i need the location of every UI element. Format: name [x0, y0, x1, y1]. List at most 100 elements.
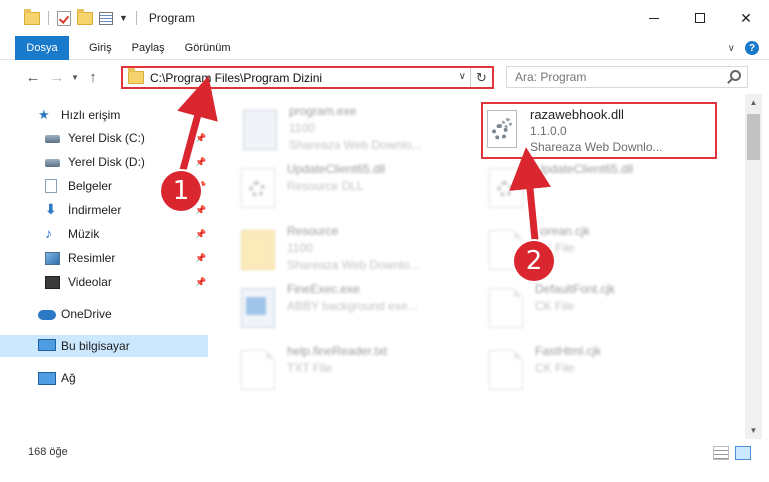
window-title: Program: [148, 11, 195, 25]
recent-locations-dropdown-icon[interactable]: ▼: [69, 73, 81, 82]
file-item[interactable]: UpdateClient65.dll Resource DLL: [229, 158, 459, 218]
file-item[interactable]: korean.cjk CK File: [477, 220, 707, 280]
sidebar-item-label: İndirmeler: [68, 203, 122, 217]
expand-ribbon-icon[interactable]: ∨: [728, 43, 735, 54]
properties-icon[interactable]: [99, 11, 113, 25]
file-detail: CK File: [535, 361, 575, 375]
sidebar-item-music[interactable]: ♪ Müzik 📌: [0, 223, 208, 245]
sidebar-item-label: Resimler: [68, 251, 116, 265]
cloud-icon: [38, 310, 56, 320]
sidebar-item-label: Yerel Disk (D:): [68, 155, 145, 169]
sidebar-item-onedrive[interactable]: OneDrive: [0, 303, 208, 325]
sidebar-item-quick-access[interactable]: ★ Hızlı erişim: [0, 104, 208, 126]
minimize-button[interactable]: [631, 0, 677, 36]
file-detail: TXT File: [287, 361, 333, 375]
sidebar-item-label: Videolar: [68, 275, 112, 289]
pin-icon[interactable]: 📌: [195, 229, 206, 240]
sidebar-item-disk-c[interactable]: Yerel Disk (C:) 📌: [0, 127, 208, 149]
refresh-icon[interactable]: ↻: [470, 68, 492, 87]
sidebar-item-label: Müzik: [68, 227, 100, 241]
pin-icon[interactable]: 📌: [195, 157, 206, 168]
tab-home[interactable]: Giriş: [89, 42, 112, 54]
file-description: Shareaza Web Downlo...: [530, 140, 663, 154]
file-detail: Resource DLL: [287, 179, 364, 193]
tab-file[interactable]: Dosya: [15, 35, 69, 60]
file-item[interactable]: program.exe 1100 Shareaza Web Downlo...: [231, 100, 461, 160]
close-button[interactable]: ✕: [723, 0, 769, 36]
file-item[interactable]: help.fineReader.txt TXT File: [229, 340, 459, 400]
file-icon: [241, 350, 275, 390]
pin-icon[interactable]: 📌: [195, 133, 206, 144]
highlighted-file-item[interactable]: razawebhook.dll 1.1.0.0 Shareaza Web Dow…: [481, 102, 717, 159]
details-view-icon[interactable]: [713, 446, 729, 460]
file-icon: [489, 350, 523, 390]
sidebar-item-this-pc[interactable]: Bu bilgisayar: [0, 335, 208, 357]
file-name: DefaultFont.cjk: [535, 282, 616, 296]
dll-gear-icon: [241, 168, 275, 208]
forward-arrow-icon[interactable]: →: [45, 69, 69, 86]
file-item[interactable]: DefaultFont.cjk CK File: [477, 278, 707, 338]
star-icon: ★: [38, 107, 50, 122]
pin-icon[interactable]: 📌: [195, 277, 206, 288]
title-bar: ▼ Program ✕: [0, 0, 769, 36]
exe-icon: [243, 110, 277, 150]
downloads-icon: ⬇: [45, 201, 57, 217]
file-item[interactable]: FastHtml.cjk CK File: [477, 340, 707, 400]
folder-icon: [128, 68, 144, 84]
maximize-button[interactable]: [677, 0, 723, 36]
file-name: UpdateClient65.dll: [535, 162, 634, 176]
file-icon: [489, 288, 523, 328]
vertical-scrollbar[interactable]: ▲ ▼: [745, 94, 762, 439]
address-dropdown-icon[interactable]: ∨: [459, 71, 466, 82]
ribbon-right: ∨ ?: [728, 36, 769, 60]
search-placeholder[interactable]: Ara: Program: [515, 70, 586, 84]
divider: [135, 11, 137, 25]
help-icon[interactable]: ?: [745, 41, 759, 55]
sidebar-item-network[interactable]: Ağ: [0, 367, 208, 389]
up-arrow-icon[interactable]: ↑: [81, 69, 105, 86]
back-arrow-icon[interactable]: ←: [21, 69, 45, 86]
exe-icon: [241, 288, 275, 328]
file-name: UpdateClient65.dll: [287, 162, 386, 176]
tab-view[interactable]: Görünüm: [185, 42, 231, 54]
sidebar-item-pictures[interactable]: Resimler 📌: [0, 247, 208, 269]
scroll-up-icon[interactable]: ▲: [745, 94, 762, 111]
dll-gear-icon: [489, 168, 523, 208]
documents-icon: [45, 179, 57, 193]
large-icons-view-icon[interactable]: [735, 446, 751, 460]
pin-icon[interactable]: 📌: [195, 253, 206, 264]
address-bar[interactable]: C:\Program Files\Program Dizini ∨ ↻: [121, 66, 494, 89]
sidebar-item-videos[interactable]: Videolar 📌: [0, 271, 208, 293]
address-path[interactable]: C:\Program Files\Program Dizini: [150, 71, 322, 85]
scroll-thumb[interactable]: [747, 114, 760, 160]
scroll-down-icon[interactable]: ▼: [745, 422, 762, 439]
folder-icon: [24, 8, 40, 25]
file-name: help.fineReader.txt: [287, 344, 388, 358]
search-icon[interactable]: [730, 70, 741, 81]
sidebar-item-disk-d[interactable]: Yerel Disk (D:) 📌: [0, 151, 208, 173]
close-icon: ✕: [740, 9, 752, 26]
file-item[interactable]: FineExec.exe ABBY background exe...: [229, 278, 459, 338]
pin-icon[interactable]: 📌: [195, 205, 206, 216]
file-name: program.exe: [289, 104, 357, 118]
sidebar-item-label: Ağ: [61, 371, 76, 385]
sidebar-item-label: Yerel Disk (C:): [68, 131, 145, 145]
file-item[interactable]: UpdateClient65.dll: [477, 158, 707, 218]
file-version: 1.1.0.0: [530, 124, 567, 138]
drive-icon: [45, 159, 60, 167]
file-name: FastHtml.cjk: [535, 344, 601, 358]
file-item[interactable]: Resource 1100 Shareaza Web Downlo...: [229, 220, 459, 280]
file-detail: CK File: [535, 299, 575, 313]
properties-check-icon[interactable]: [57, 10, 71, 26]
tab-share[interactable]: Paylaş: [132, 42, 165, 54]
step-badge-1: 1: [161, 171, 201, 211]
computer-icon: [38, 339, 56, 351]
customize-qat-dropdown-icon[interactable]: ▼: [119, 13, 128, 23]
new-folder-icon[interactable]: [77, 8, 93, 25]
sidebar-item-label: Belgeler: [68, 179, 113, 193]
maximize-icon: [695, 13, 705, 23]
sidebar-item-label: Hızlı erişim: [61, 108, 121, 122]
file-name: FineExec.exe: [287, 282, 360, 296]
minimize-icon: [649, 17, 659, 19]
search-box[interactable]: Ara: Program: [506, 66, 748, 88]
